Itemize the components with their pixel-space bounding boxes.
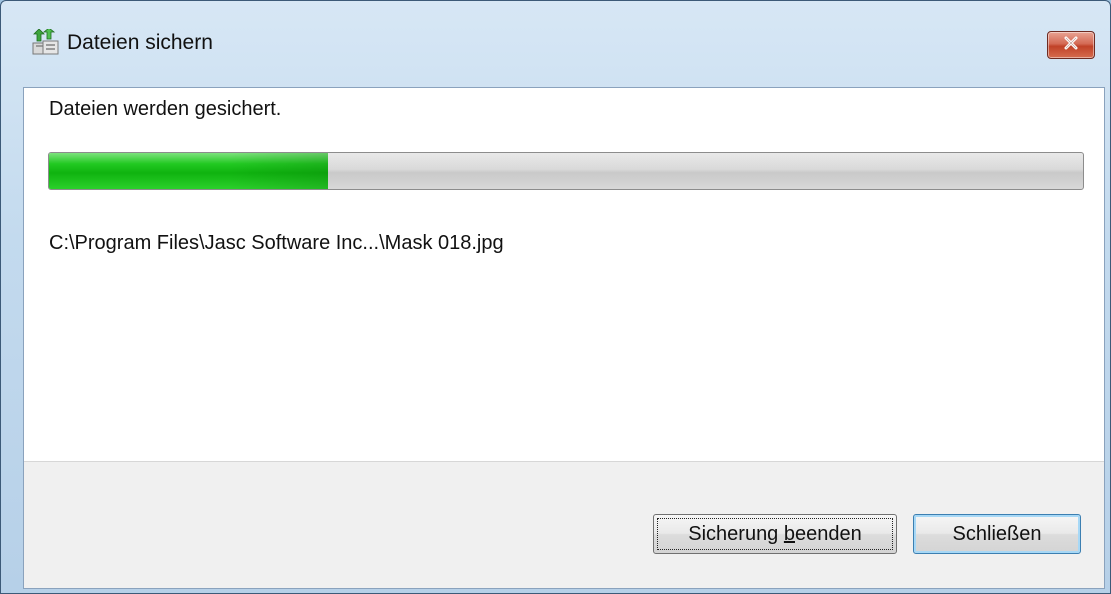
progress-fill (49, 153, 329, 189)
title-bar[interactable]: Dateien sichern (1, 1, 1110, 87)
window-title: Dateien sichern (67, 31, 213, 54)
current-file-path: C:\Program Files\Jasc Software Inc...\Ma… (49, 232, 504, 254)
close-icon (1063, 36, 1079, 55)
dialog-window: Dateien sichern Dateien werden gesichert… (0, 0, 1111, 594)
status-text: Dateien werden gesichert. (49, 98, 282, 120)
dialog-content: Dateien werden gesichert. C:\Program Fil… (23, 87, 1105, 589)
progress-bar (48, 152, 1084, 190)
close-button[interactable] (1047, 31, 1095, 59)
backup-files-icon (31, 27, 61, 57)
stop-backup-button[interactable]: Sicherung beenden (653, 514, 897, 554)
button-bar: Sicherung beenden Schließen (24, 461, 1104, 588)
focus-ring (657, 518, 893, 550)
close-dialog-button[interactable]: Schließen (913, 514, 1081, 554)
